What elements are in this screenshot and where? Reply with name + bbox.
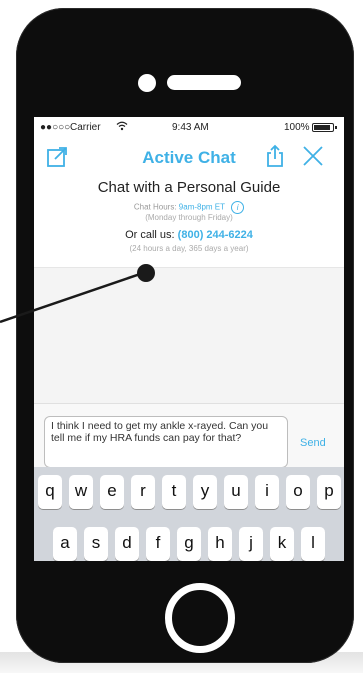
- callout-line: [0, 270, 147, 324]
- callout-dot: [137, 264, 155, 282]
